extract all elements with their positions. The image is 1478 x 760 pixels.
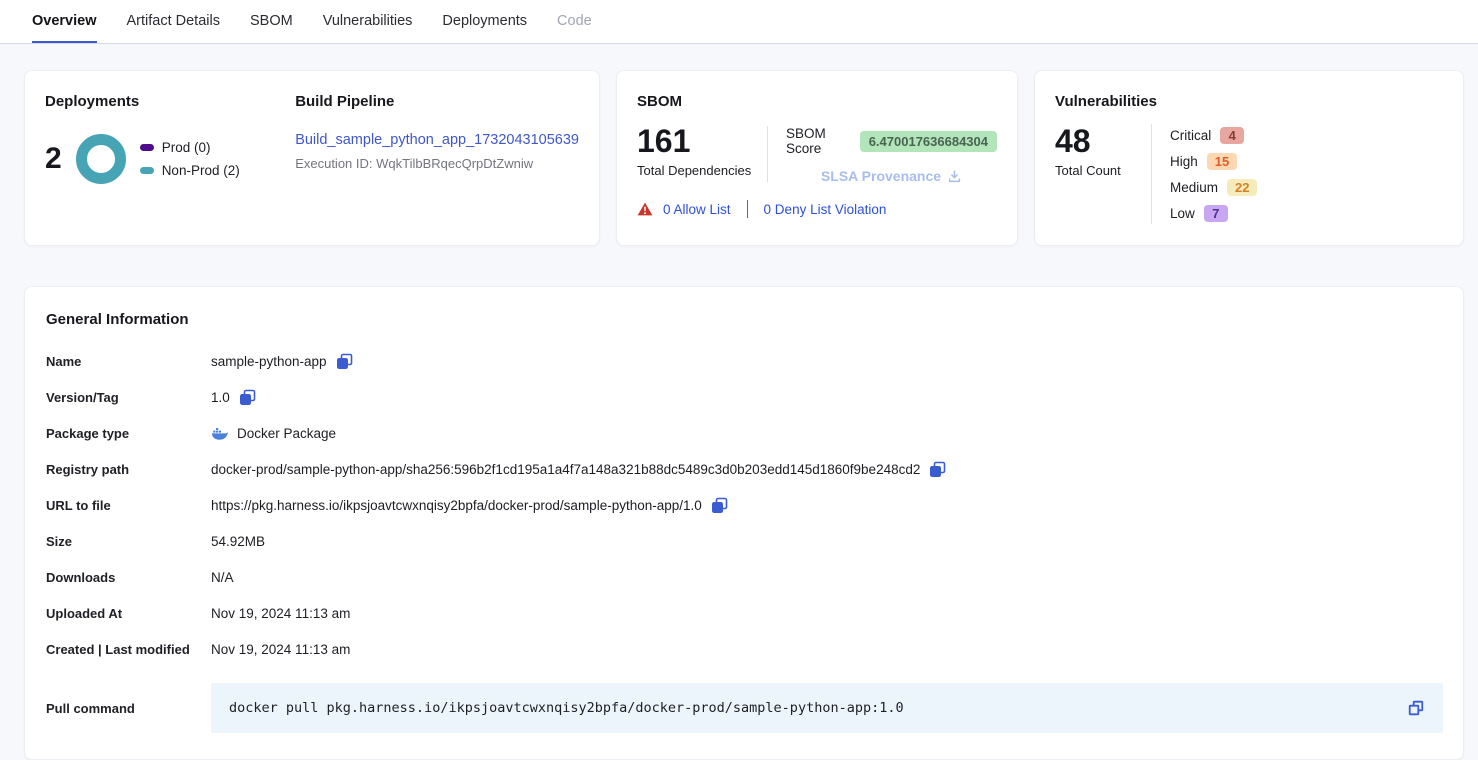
downloads-value: N/A	[211, 570, 234, 585]
copy-icon[interactable]	[336, 353, 353, 370]
vulnerabilities-total-count: 48	[1055, 124, 1151, 159]
divider	[1151, 124, 1152, 224]
severity-row-high: High 15	[1170, 151, 1257, 172]
sbom-score-badge: 6.470017636684304	[860, 131, 997, 152]
copy-icon[interactable]	[929, 461, 946, 478]
row-registry-path: Registry path docker-prod/sample-python-…	[46, 460, 1443, 479]
severity-label: High	[1170, 154, 1198, 169]
deployments-legend: Prod (0) Non-Prod (2)	[140, 140, 240, 178]
deployments-donut-chart	[76, 134, 126, 184]
row-downloads: Downloads N/A	[46, 568, 1443, 587]
severity-label: Medium	[1170, 180, 1218, 195]
severity-count-badge: 22	[1227, 179, 1257, 196]
severity-count-badge: 7	[1204, 205, 1228, 222]
vulnerabilities-total-label: Total Count	[1055, 163, 1151, 178]
vulnerabilities-title: Vulnerabilities	[1055, 93, 1443, 110]
legend-item-nonprod: Non-Prod (2)	[140, 163, 240, 178]
page-content: Deployments 2 Prod (0) Non-Prod (2)	[0, 44, 1478, 760]
row-size: Size 54.92MB	[46, 532, 1443, 551]
row-label: URL to file	[46, 498, 211, 513]
row-created-modified: Created | Last modified Nov 19, 2024 11:…	[46, 640, 1443, 659]
build-pipeline-section: Build Pipeline Build_sample_python_app_1…	[275, 93, 579, 223]
severity-list: Critical 4 High 15 Medium 22 Low 7	[1170, 124, 1257, 224]
row-label: Downloads	[46, 570, 211, 585]
sbom-total-dependencies: 161	[637, 124, 767, 159]
row-label: Registry path	[46, 462, 211, 477]
tab-code[interactable]: Code	[557, 0, 592, 43]
tab-artifact-details[interactable]: Artifact Details	[127, 0, 220, 43]
severity-row-critical: Critical 4	[1170, 125, 1257, 146]
sbom-card: SBOM 161 Total Dependencies SBOM Score 6…	[616, 70, 1018, 246]
deployments-card: Deployments 2 Prod (0) Non-Prod (2)	[24, 70, 600, 246]
build-pipeline-title: Build Pipeline	[295, 93, 579, 110]
registry-path-value: docker-prod/sample-python-app/sha256:596…	[211, 462, 920, 477]
nonprod-color-pill	[140, 167, 154, 174]
severity-label: Low	[1170, 206, 1195, 221]
row-label: Uploaded At	[46, 606, 211, 621]
download-icon[interactable]	[947, 169, 962, 184]
sbom-title: SBOM	[637, 93, 997, 110]
warning-triangle-icon	[637, 202, 653, 216]
row-uploaded-at: Uploaded At Nov 19, 2024 11:13 am	[46, 604, 1443, 623]
row-url-to-file: URL to file https://pkg.harness.io/ikpsj…	[46, 496, 1443, 515]
tab-overview[interactable]: Overview	[32, 0, 97, 43]
deployments-section: Deployments 2 Prod (0) Non-Prod (2)	[45, 93, 275, 223]
deployments-total-count: 2	[45, 142, 62, 176]
copy-icon[interactable]	[239, 389, 256, 406]
tab-sbom[interactable]: SBOM	[250, 0, 293, 43]
copy-icon[interactable]	[711, 497, 728, 514]
general-information-card: General Information Name sample-python-a…	[24, 286, 1464, 760]
slsa-provenance-link[interactable]: SLSA Provenance	[821, 168, 941, 184]
deny-list-violation-link[interactable]: 0 Deny List Violation	[764, 202, 887, 217]
name-value: sample-python-app	[211, 354, 327, 369]
package-type-value: Docker Package	[237, 426, 336, 441]
uploaded-at-value: Nov 19, 2024 11:13 am	[211, 606, 350, 621]
created-modified-value: Nov 19, 2024 11:13 am	[211, 642, 350, 657]
severity-row-low: Low 7	[1170, 203, 1257, 224]
row-pull-command: Pull command docker pull pkg.harness.io/…	[46, 683, 1443, 733]
row-label: Name	[46, 354, 211, 369]
prod-color-pill	[140, 144, 154, 151]
version-value: 1.0	[211, 390, 230, 405]
legend-item-prod: Prod (0)	[140, 140, 240, 155]
allow-list-link[interactable]: 0 Allow List	[663, 202, 731, 217]
url-to-file-value: https://pkg.harness.io/ikpsjoavtcwxnqisy…	[211, 498, 702, 513]
build-pipeline-link[interactable]: Build_sample_python_app_1732043105639	[295, 132, 579, 148]
tab-deployments[interactable]: Deployments	[442, 0, 527, 43]
severity-count-badge: 15	[1207, 153, 1237, 170]
prod-label: Prod (0)	[162, 140, 211, 155]
row-name: Name sample-python-app	[46, 352, 1443, 371]
size-value: 54.92MB	[211, 534, 265, 549]
divider	[747, 200, 748, 218]
general-information-title: General Information	[46, 311, 1443, 328]
summary-cards-row: Deployments 2 Prod (0) Non-Prod (2)	[24, 70, 1464, 246]
severity-row-medium: Medium 22	[1170, 177, 1257, 198]
severity-label: Critical	[1170, 128, 1211, 143]
severity-count-badge: 4	[1220, 127, 1244, 144]
row-label: Size	[46, 534, 211, 549]
row-label: Package type	[46, 426, 211, 441]
row-label: Created | Last modified	[46, 642, 211, 657]
docker-icon	[211, 427, 228, 440]
row-version-tag: Version/Tag 1.0	[46, 388, 1443, 407]
execution-id: Execution ID: WqkTilbBRqecQrpDtZwniw	[295, 156, 579, 171]
sbom-total-label: Total Dependencies	[637, 163, 767, 178]
pull-command-box: docker pull pkg.harness.io/ikpsjoavtcwxn…	[211, 683, 1443, 733]
divider	[767, 126, 768, 182]
tab-bar: Overview Artifact Details SBOM Vulnerabi…	[0, 0, 1478, 44]
row-label: Version/Tag	[46, 390, 211, 405]
sbom-score-label: SBOM Score	[786, 126, 852, 156]
copy-icon[interactable]	[1407, 699, 1425, 717]
row-package-type: Package type Docker Package	[46, 424, 1443, 443]
row-label: Pull command	[46, 701, 211, 716]
nonprod-label: Non-Prod (2)	[162, 163, 240, 178]
deployments-title: Deployments	[45, 93, 275, 110]
vulnerabilities-card: Vulnerabilities 48 Total Count Critical …	[1034, 70, 1464, 246]
pull-command-text: docker pull pkg.harness.io/ikpsjoavtcwxn…	[229, 700, 904, 716]
tab-vulnerabilities[interactable]: Vulnerabilities	[323, 0, 413, 43]
